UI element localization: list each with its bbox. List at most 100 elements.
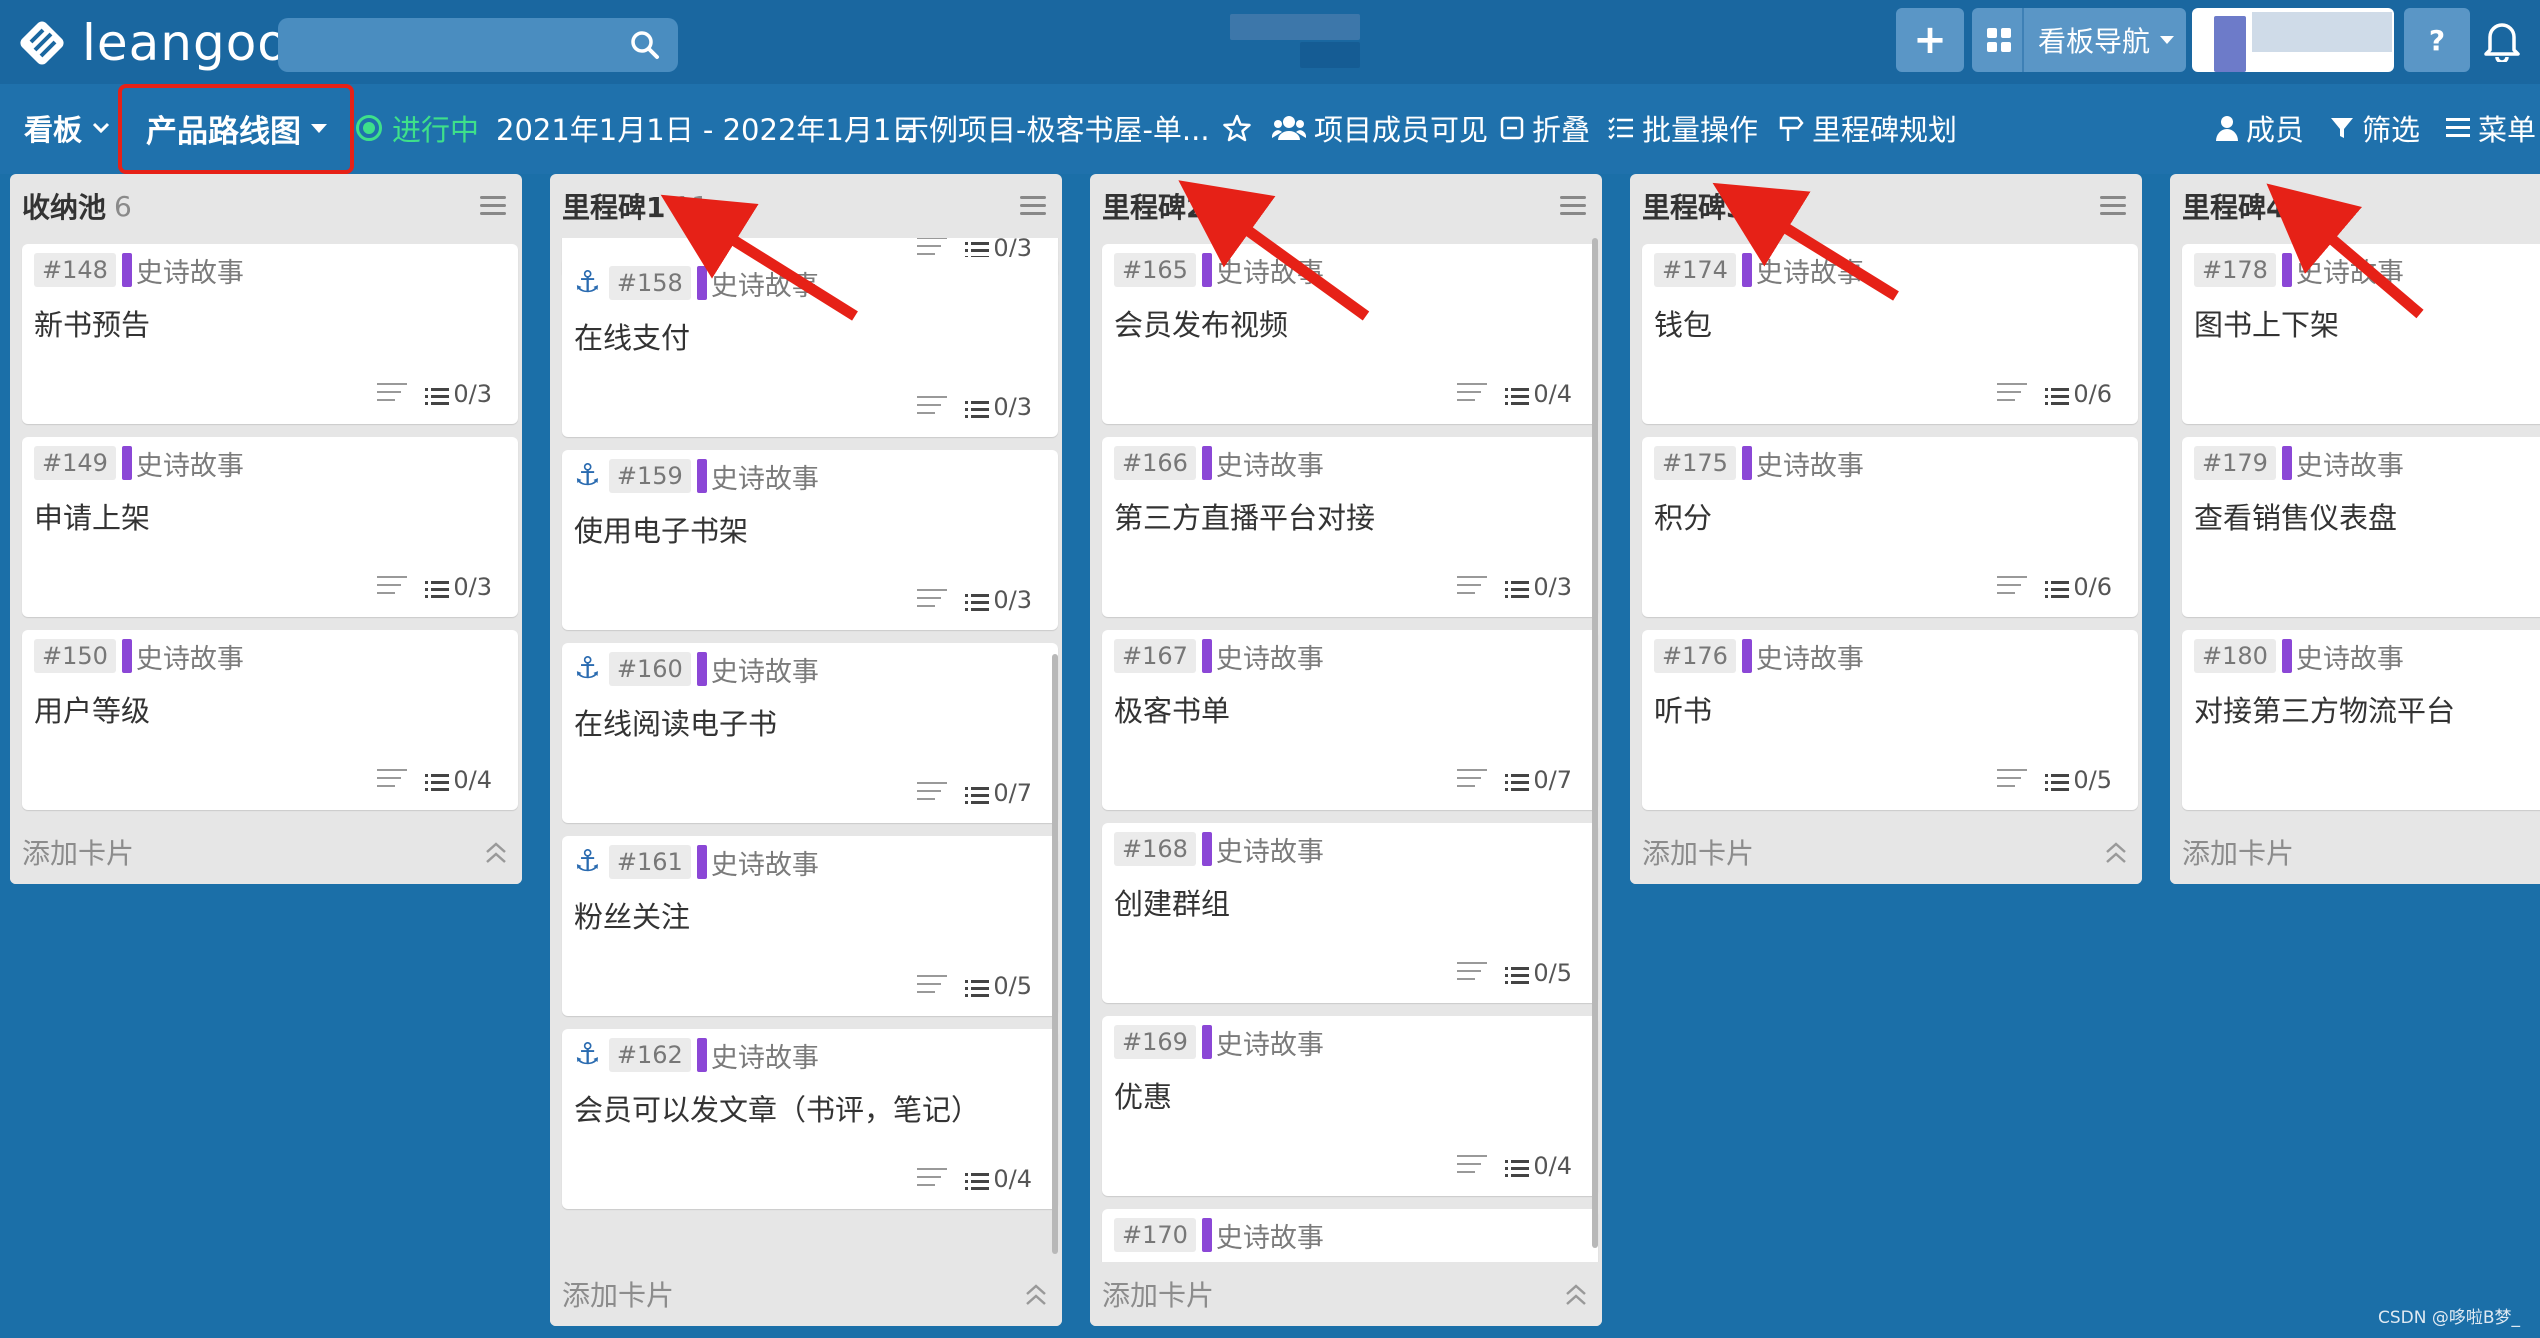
epic-color-tag	[696, 1038, 707, 1072]
card-title: 在线阅读电子书	[574, 707, 778, 741]
epic-color-tag	[696, 266, 707, 300]
collapse-up-icon[interactable]	[2104, 840, 2128, 866]
card[interactable]: #167 史诗故事 极客书单 0/7	[1102, 630, 1598, 810]
card[interactable]: #180 史诗故事 对接第三方物流平台	[2182, 630, 2540, 810]
card[interactable]: ⚓ #158 史诗故事 在线支付 0/3	[562, 257, 1058, 437]
card[interactable]: #166 史诗故事 第三方直播平台对接 0/3	[1102, 437, 1598, 617]
epic-color-tag	[121, 253, 132, 287]
list-header[interactable]: 里程碑3 4	[1630, 174, 2142, 238]
blurred-region	[1230, 14, 1360, 40]
checklist-progress: 0/3	[453, 380, 492, 408]
card-container: #148 史诗故事 新书预告 0/3 #149 史诗故事 申请上架 0/3 #150 史诗故事 用户…	[10, 238, 522, 820]
status-dot-icon	[356, 115, 382, 141]
board-nav-button[interactable]: 看板导航	[1972, 8, 2186, 72]
card[interactable]: #179 史诗故事 查看销售仪表盘	[2182, 437, 2540, 617]
list-header[interactable]: 里程碑4 5	[2170, 174, 2540, 238]
list-menu-icon[interactable]	[1560, 196, 1586, 216]
card-container: 0/3 ⚓ #158 史诗故事 在线支付 0/3 ⚓ #159 史诗故事 使用电子书架 0/3 ⚓ #1…	[550, 238, 1062, 1262]
search-icon[interactable]	[630, 30, 660, 60]
list-header[interactable]: 收纳池 6	[10, 174, 522, 238]
user-avatar-menu[interactable]	[2192, 8, 2394, 72]
list-scrollbar[interactable]	[1052, 654, 1058, 1254]
menu-button[interactable]: 菜单	[2446, 106, 2536, 150]
card-footer: 0/4	[917, 1165, 1032, 1193]
epic-label: 史诗故事	[2295, 450, 2404, 482]
description-icon	[377, 576, 408, 598]
checklist-progress: 0/7	[1533, 766, 1572, 794]
date-range[interactable]: 2021年1月1日 - 2022年1月1日	[496, 106, 920, 150]
card[interactable]: #168 史诗故事 创建群组 0/5	[1102, 823, 1598, 1003]
help-button[interactable]: ?	[2404, 8, 2470, 72]
add-button[interactable]: +	[1896, 8, 1964, 72]
card[interactable]: #175 史诗故事 积分 0/6	[1642, 437, 2138, 617]
add-card-button[interactable]: 添加卡片	[1642, 832, 1754, 872]
description-icon	[917, 396, 948, 418]
star-button[interactable]	[1222, 106, 1252, 150]
card-footer: 0/3	[1457, 573, 1572, 601]
card[interactable]: #169 史诗故事 优惠 0/4	[1102, 1016, 1598, 1196]
checklist-progress: 0/5	[993, 972, 1032, 1000]
checklist-progress: 0/5	[1533, 959, 1572, 987]
card[interactable]: #149 史诗故事 申请上架 0/3	[22, 437, 518, 617]
fold-button[interactable]: 折叠	[1500, 106, 1590, 150]
card[interactable]: #170 史诗故事	[1102, 1209, 1598, 1262]
list-header[interactable]: 里程碑1 11	[550, 174, 1062, 238]
signpost-icon	[1778, 114, 1804, 142]
add-card-button[interactable]: 添加卡片	[562, 1274, 674, 1314]
search-input[interactable]	[278, 18, 678, 72]
list-menu-icon[interactable]	[2100, 196, 2126, 216]
help-icon: ?	[2428, 23, 2446, 57]
checklist-icon	[965, 238, 990, 259]
card-footer: 0/6	[1997, 573, 2112, 601]
checklist-icon	[425, 577, 450, 598]
card[interactable]: #176 史诗故事 听书 0/5	[1642, 630, 2138, 810]
card-id: #160	[608, 652, 691, 686]
collapse-up-icon[interactable]	[1024, 1282, 1048, 1308]
card[interactable]: ⚓ #160 史诗故事 在线阅读电子书 0/7	[562, 643, 1058, 823]
board-menu[interactable]: 看板	[24, 106, 110, 150]
filter-button[interactable]: 筛选	[2330, 106, 2420, 150]
notification-bell-icon[interactable]	[2474, 10, 2530, 70]
bulk-operation-button[interactable]: 批量操作	[1608, 106, 1758, 150]
collapse-up-icon[interactable]	[484, 840, 508, 866]
add-card-button[interactable]: 添加卡片	[2182, 832, 2294, 872]
card-meta: #168 史诗故事	[1114, 831, 1324, 868]
add-card-button[interactable]: 添加卡片	[22, 832, 134, 872]
members-button[interactable]: 成员	[2216, 106, 2304, 150]
card-footer: 0/3	[917, 393, 1032, 421]
collapse-up-icon[interactable]	[1564, 1282, 1588, 1308]
logo[interactable]: leangoo	[14, 14, 289, 72]
list-menu-icon[interactable]	[1020, 196, 1046, 216]
epic-color-tag	[1201, 446, 1212, 480]
card-title: 新书预告	[34, 308, 151, 342]
list-menu-icon[interactable]	[480, 196, 506, 216]
list-column: 里程碑3 4 #174 史诗故事 钱包 0/6 #175 史诗故事 积分 0/6 #176 史诗故事听…	[1630, 174, 2142, 884]
card[interactable]: #174 史诗故事 钱包 0/6	[1642, 244, 2138, 424]
card[interactable]: ⚓ #159 史诗故事 使用电子书架 0/3	[562, 450, 1058, 630]
card-id: #161	[608, 845, 691, 879]
list-header[interactable]: 里程碑2 9	[1090, 174, 1602, 238]
card[interactable]: ⚓ #161 史诗故事 粉丝关注 0/5	[562, 836, 1058, 1016]
card[interactable]: ⚓ #162 史诗故事 会员可以发文章（书评，笔记） 0/4	[562, 1029, 1058, 1209]
visibility-button[interactable]: 项目成员可见	[1272, 106, 1488, 150]
description-icon	[377, 383, 408, 405]
users-icon	[1272, 114, 1306, 142]
description-icon	[1457, 1155, 1488, 1177]
add-card-button[interactable]: 添加卡片	[1102, 1274, 1214, 1314]
checklist-icon	[965, 1169, 990, 1190]
status-badge[interactable]: 进行中	[356, 106, 479, 150]
project-name[interactable]: 示例项目-极客书屋-单...	[900, 106, 1210, 150]
card-id: #175	[1654, 446, 1736, 480]
epic-color-tag	[1741, 446, 1752, 480]
milestone-plan-button[interactable]: 里程碑规划	[1778, 106, 1957, 150]
card-title: 对接第三方物流平台	[2194, 694, 2456, 728]
card[interactable]: #178 史诗故事 图书上下架	[2182, 244, 2540, 424]
card[interactable]: #148 史诗故事 新书预告 0/3	[22, 244, 518, 424]
card-id: #166	[1114, 446, 1196, 480]
card-meta: #167 史诗故事	[1114, 638, 1324, 675]
list-scrollbar[interactable]	[1592, 238, 1598, 1248]
card[interactable]: #150 史诗故事 用户等级 0/4	[22, 630, 518, 810]
card-footer: 0/4	[1457, 1152, 1572, 1180]
list-check-icon	[1608, 116, 1634, 140]
card[interactable]: #165 史诗故事 会员发布视频 0/4	[1102, 244, 1598, 424]
